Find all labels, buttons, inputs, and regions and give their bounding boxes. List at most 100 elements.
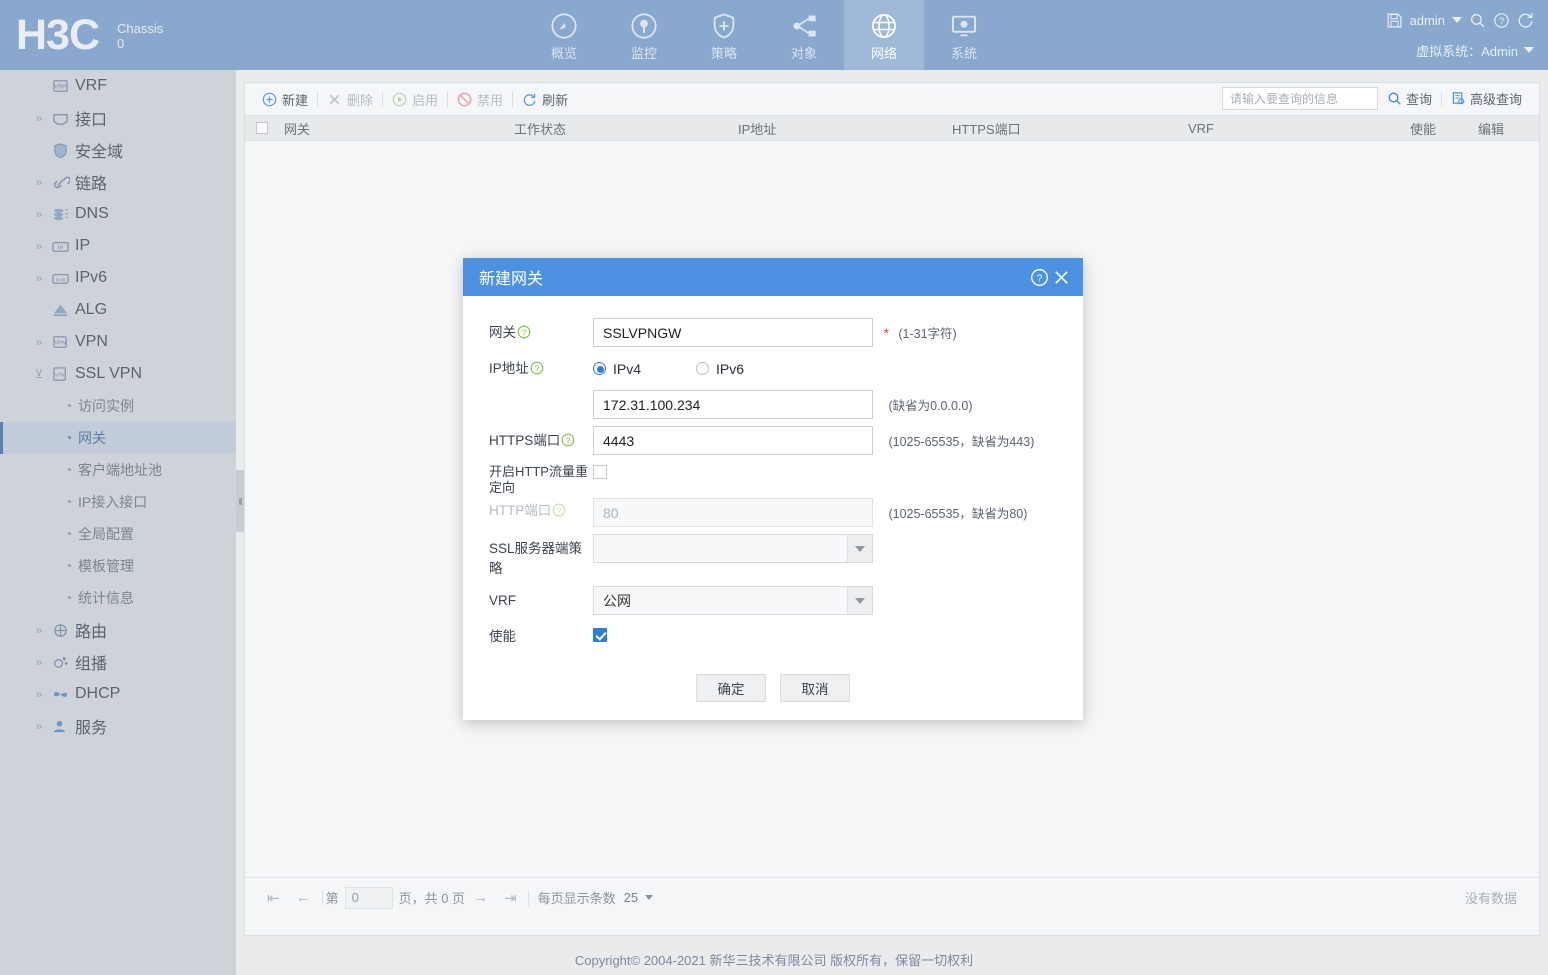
- next-page-icon[interactable]: →: [465, 889, 496, 906]
- sidebar-item-multicast[interactable]: » 组播: [0, 646, 236, 678]
- column-header-enable[interactable]: 使能: [1410, 119, 1478, 138]
- bullet-icon: [68, 596, 71, 599]
- last-page-icon[interactable]: ⇥: [496, 889, 525, 907]
- sidebar-item-ip-access-interface[interactable]: IP接入接口: [0, 486, 236, 518]
- page-size-label: 每页显示条数: [537, 891, 616, 906]
- prev-page-icon[interactable]: ←: [288, 889, 319, 906]
- radio-ipv4[interactable]: [593, 362, 606, 375]
- gateway-input[interactable]: [593, 318, 873, 347]
- vsys-row[interactable]: 虚拟系统：Admin: [1416, 38, 1534, 62]
- nav-item-monitor[interactable]: 监控: [604, 0, 684, 70]
- sidebar-item-vrf[interactable]: VRF VRF: [0, 70, 236, 102]
- select-all-checkbox[interactable]: [256, 122, 268, 134]
- search-button[interactable]: 查询: [1378, 89, 1441, 108]
- ssl-policy-control: [593, 534, 1083, 563]
- vrf-select[interactable]: 公网: [593, 586, 873, 615]
- chevron-down-icon[interactable]: [1524, 47, 1534, 53]
- nav-item-policy[interactable]: 策略: [684, 0, 764, 70]
- search-input[interactable]: [1221, 87, 1378, 110]
- logout-icon[interactable]: [1517, 12, 1534, 29]
- help-circle-icon[interactable]: ?: [1493, 12, 1510, 29]
- help-circle-icon[interactable]: ?: [530, 361, 544, 375]
- nav-label-system: 系统: [950, 46, 977, 61]
- help-circle-icon[interactable]: ?: [1030, 268, 1049, 287]
- sidebar-label-ip: IP: [75, 237, 91, 254]
- expand-icon[interactable]: »: [32, 335, 46, 349]
- sidebar-item-ip[interactable]: » IP IP: [0, 230, 236, 262]
- sidebar-item-client-address-pool[interactable]: 客户端地址池: [0, 454, 236, 486]
- sidebar-item-vpn[interactable]: » VPN VPN: [0, 326, 236, 358]
- column-header-edit[interactable]: 编辑: [1478, 119, 1538, 138]
- sidebar-item-interface[interactable]: » 接口: [0, 102, 236, 134]
- expand-icon[interactable]: »: [32, 655, 46, 669]
- new-button[interactable]: 新建: [253, 88, 317, 110]
- expand-icon[interactable]: »: [32, 207, 46, 221]
- field-row-ssl-policy: SSL服务器端策略: [463, 534, 1083, 579]
- https-port-input[interactable]: [593, 426, 873, 455]
- sidebar-item-route[interactable]: » 路由: [0, 614, 236, 646]
- sidebar-item-security-zone[interactable]: 安全域: [0, 134, 236, 166]
- svg-text:VRF: VRF: [53, 83, 66, 90]
- page-size-select[interactable]: 25: [624, 890, 654, 905]
- help-circle-icon[interactable]: ?: [517, 325, 531, 339]
- sidebar-item-ssl-vpn[interactable]: ⊻ VPN SSL VPN: [0, 358, 236, 390]
- sidebar-item-gateway[interactable]: 网关: [0, 422, 236, 454]
- nav-item-overview[interactable]: 概览: [524, 0, 604, 70]
- page-number-input[interactable]: [344, 886, 393, 909]
- nav-label-overview: 概览: [550, 46, 577, 61]
- column-header-https-port[interactable]: HTTPS端口: [952, 119, 1188, 138]
- chevron-down-icon[interactable]: [847, 535, 872, 562]
- sidebar-item-alg[interactable]: ALG: [0, 294, 236, 326]
- route-icon: [50, 621, 70, 639]
- sidebar-item-service[interactable]: » 服务: [0, 710, 236, 742]
- http-redirect-checkbox[interactable]: [593, 465, 607, 479]
- sidebar-item-access-instance[interactable]: 访问实例: [0, 390, 236, 422]
- help-circle-icon[interactable]: ?: [561, 433, 575, 447]
- ip-address-input[interactable]: [593, 390, 873, 419]
- pagination-bar: ⇤ ← 第 页，共 0 页 → ⇥ 每页显示条数 25 没有数据: [245, 877, 1539, 917]
- nav-item-system[interactable]: 系统: [924, 0, 1004, 70]
- chevron-down-icon[interactable]: [1452, 17, 1462, 23]
- sidebar-item-link[interactable]: » 链路: [0, 166, 236, 198]
- expand-icon[interactable]: »: [32, 175, 46, 189]
- refresh-button[interactable]: 刷新: [513, 88, 577, 110]
- enable-button[interactable]: 启用: [383, 88, 447, 110]
- nav-item-object[interactable]: 对象: [764, 0, 844, 70]
- sidebar-collapse-handle[interactable]: [236, 470, 244, 532]
- sidebar-item-ipv6[interactable]: » IPv6 IPv6: [0, 262, 236, 294]
- svg-text:?: ?: [522, 328, 527, 337]
- expand-icon[interactable]: »: [32, 271, 46, 285]
- sidebar-item-statistics[interactable]: 统计信息: [0, 582, 236, 614]
- search-icon[interactable]: [1469, 12, 1486, 29]
- nav-item-network[interactable]: 网络: [844, 0, 924, 70]
- column-header-ip[interactable]: IP地址: [738, 119, 952, 138]
- sidebar-item-template-management[interactable]: 模板管理: [0, 550, 236, 582]
- expand-icon[interactable]: »: [32, 687, 46, 701]
- column-header-vrf[interactable]: VRF: [1188, 121, 1410, 136]
- sidebar-item-global-config[interactable]: 全局配置: [0, 518, 236, 550]
- close-icon[interactable]: [1052, 268, 1071, 287]
- sidebar-item-dns[interactable]: » DNS: [0, 198, 236, 230]
- expand-icon[interactable]: »: [32, 719, 46, 733]
- first-page-icon[interactable]: ⇤: [259, 889, 288, 907]
- disable-button[interactable]: 禁用: [448, 88, 512, 110]
- user-name[interactable]: admin: [1410, 13, 1445, 28]
- enable-label: 使能: [489, 629, 516, 644]
- column-header-status[interactable]: 工作状态: [514, 119, 738, 138]
- save-icon[interactable]: [1386, 12, 1403, 29]
- advanced-search-button[interactable]: 高级查询: [1442, 89, 1531, 108]
- expand-icon[interactable]: »: [32, 111, 46, 125]
- sidebar-item-dhcp[interactable]: » DHCP: [0, 678, 236, 710]
- chevron-down-icon[interactable]: [847, 587, 872, 614]
- expand-icon[interactable]: »: [32, 239, 46, 253]
- enable-checkbox[interactable]: [593, 628, 607, 642]
- expand-icon[interactable]: »: [32, 623, 46, 637]
- delete-button[interactable]: 删除: [318, 88, 382, 110]
- ssl-policy-select[interactable]: [593, 534, 873, 563]
- ok-button[interactable]: 确定: [696, 674, 766, 702]
- column-header-gateway[interactable]: 网关: [284, 119, 514, 138]
- cancel-button[interactable]: 取消: [780, 674, 850, 702]
- ban-icon: [457, 92, 472, 107]
- collapse-icon[interactable]: ⊻: [32, 367, 46, 381]
- radio-ipv6[interactable]: [696, 362, 710, 375]
